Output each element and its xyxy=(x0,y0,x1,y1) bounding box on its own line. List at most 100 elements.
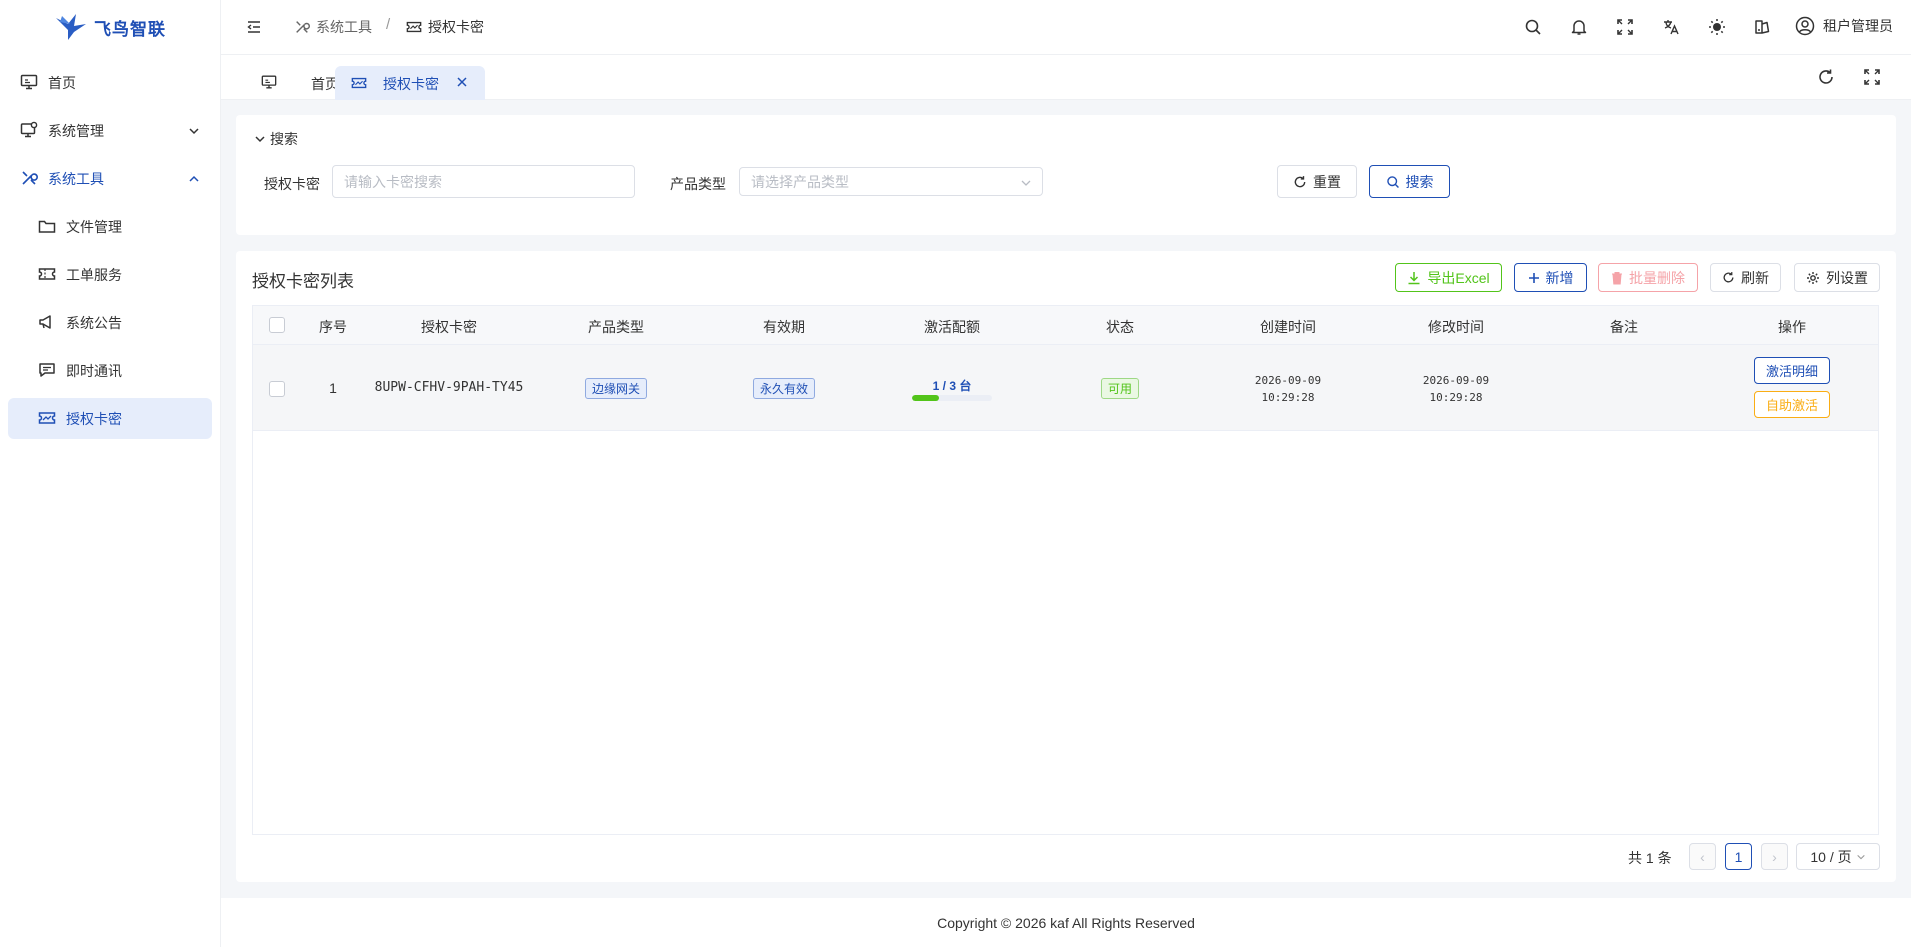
created-date-text: 2026-09-09 xyxy=(1254,374,1322,387)
search-panel: 搜索 授权卡密 产品类型 请选择产品类型 重置 搜索 xyxy=(236,115,1896,235)
export-excel-button[interactable]: 导出Excel xyxy=(1395,263,1502,292)
bell-icon[interactable] xyxy=(1570,18,1588,36)
download-icon xyxy=(1407,271,1421,285)
tools-icon xyxy=(20,169,38,187)
search-panel-toggle[interactable]: 搜索 xyxy=(254,129,298,149)
column-header: 备注 xyxy=(1610,319,1638,335)
refresh-tab-icon[interactable] xyxy=(1817,68,1835,86)
translate-icon[interactable] xyxy=(1662,18,1680,36)
activation-quota-bar xyxy=(912,395,992,401)
card-code-input[interactable] xyxy=(332,165,635,198)
chat-icon xyxy=(38,361,56,379)
bird-logo-icon xyxy=(54,12,88,42)
reset-button-label: 重置 xyxy=(1313,173,1341,190)
tabs-bar: 首页 授权卡密 xyxy=(221,55,1911,100)
breadcrumb-label: 系统工具 xyxy=(316,19,372,35)
column-header: 激活配额 xyxy=(924,319,980,335)
product-type-tag: 边缘网关 xyxy=(584,378,648,399)
sidebar-item-instant-messaging[interactable]: 即时通讯 xyxy=(8,350,212,391)
license-table-panel: 授权卡密列表 导出Excel 新增 批量删除 刷新 列设置 序号 授权卡密 产品… xyxy=(236,251,1896,882)
refresh-icon xyxy=(1293,175,1307,189)
chevron-down-icon xyxy=(1856,852,1866,862)
column-header: 有效期 xyxy=(763,319,805,335)
prev-page-button[interactable]: ‹ xyxy=(1689,843,1716,870)
sidebar-item-label: 文件管理 xyxy=(66,218,122,235)
system-settings-icon xyxy=(20,121,38,139)
top-header: 系统工具 / 授权卡密 租户管理员 xyxy=(221,0,1911,55)
created-time: 2026-09-09 10:29:28 xyxy=(1255,372,1321,406)
select-all-checkbox[interactable] xyxy=(269,317,285,333)
product-type-select[interactable]: 请选择产品类型 xyxy=(739,167,1043,196)
page-size-select[interactable]: 10 / 页 xyxy=(1796,843,1880,870)
reset-button[interactable]: 重置 xyxy=(1277,165,1357,198)
sidebar-item-license-cards[interactable]: 授权卡密 xyxy=(8,398,212,439)
license-card-icon xyxy=(38,409,56,427)
tab-license-cards[interactable]: 授权卡密 xyxy=(335,66,485,100)
search-button[interactable]: 搜索 xyxy=(1369,165,1450,198)
column-header: 创建时间 xyxy=(1260,319,1316,335)
breadcrumb-item-system-tools[interactable]: 系统工具 xyxy=(294,17,372,37)
card-code-label: 授权卡密 xyxy=(264,176,320,192)
pagination-total: 共 1 条 xyxy=(1628,850,1672,866)
sidebar-item-home[interactable]: 首页 xyxy=(8,62,212,103)
sidebar-item-ticket-service[interactable]: 工单服务 xyxy=(8,254,212,295)
table-row: 1 8UPW-CFHV-9PAH-TY45 边缘网关 永久有效 1 / 3 台 … xyxy=(253,345,1878,431)
collapse-menu-icon[interactable] xyxy=(245,18,263,36)
license-card-icon xyxy=(406,19,422,35)
self-activate-button[interactable]: 自助激活 xyxy=(1754,391,1830,418)
sidebar-item-label: 系统公告 xyxy=(66,314,122,331)
column-header: 修改时间 xyxy=(1428,319,1484,335)
close-tab-icon[interactable] xyxy=(455,75,469,92)
add-button[interactable]: 新增 xyxy=(1514,263,1587,292)
theme-icon[interactable] xyxy=(1754,18,1772,36)
column-settings-label: 列设置 xyxy=(1826,269,1868,286)
search-icon[interactable] xyxy=(1524,18,1542,36)
maximize-content-icon[interactable] xyxy=(1863,68,1881,86)
created-clock-text: 10:29:28 xyxy=(1261,391,1315,404)
sidebar-item-announcement[interactable]: 系统公告 xyxy=(8,302,212,343)
row-index: 1 xyxy=(329,380,337,396)
folder-icon xyxy=(38,217,56,235)
sidebar-item-label: 系统工具 xyxy=(48,170,104,187)
breadcrumb-separator: / xyxy=(386,16,391,33)
sidebar-item-system-management[interactable]: 系统管理 xyxy=(8,110,212,151)
breadcrumb-label: 授权卡密 xyxy=(428,19,484,35)
sidebar: 飞鸟智联 首页 系统管理 系统工具 文件管理 工单服务 系统公告 即时通讯 授权… xyxy=(0,0,221,947)
row-checkbox[interactable] xyxy=(269,381,285,397)
refresh-button[interactable]: 刷新 xyxy=(1710,263,1781,292)
megaphone-icon xyxy=(38,313,56,331)
modified-date-text: 2026-09-09 xyxy=(1422,374,1490,387)
monitor-icon xyxy=(20,73,38,91)
sidebar-item-label: 系统管理 xyxy=(48,122,104,139)
app-name: 飞鸟智联 xyxy=(94,19,166,39)
modified-time: 2026-09-09 10:29:28 xyxy=(1423,372,1489,406)
sidebar-item-label: 授权卡密 xyxy=(66,410,122,427)
ticket-icon xyxy=(38,265,56,283)
refresh-icon xyxy=(1722,271,1735,284)
breadcrumb-item-license-cards: 授权卡密 xyxy=(406,17,484,37)
chevron-down-icon xyxy=(188,124,200,136)
export-excel-label: 导出Excel xyxy=(1427,269,1490,286)
user-menu[interactable]: 租户管理员 xyxy=(1795,16,1893,36)
validity-tag: 永久有效 xyxy=(752,378,816,399)
logo[interactable]: 飞鸟智联 xyxy=(0,0,220,54)
activation-quota-text: 1 / 3 台 xyxy=(932,379,972,393)
sidebar-item-file-management[interactable]: 文件管理 xyxy=(8,206,212,247)
copyright-text: Copyright © 2026 kaf All Rights Reserved xyxy=(937,914,1195,931)
page-1-button[interactable]: 1 xyxy=(1725,843,1752,870)
next-page-button[interactable]: › xyxy=(1761,843,1788,870)
gear-icon xyxy=(1806,271,1820,285)
add-button-label: 新增 xyxy=(1545,269,1574,286)
status-badge: 可用 xyxy=(1100,378,1140,399)
card-code: 8UPW-CFHV-9PAH-TY45 xyxy=(374,380,524,395)
chevron-up-icon xyxy=(188,172,200,184)
sidebar-item-system-tools[interactable]: 系统工具 xyxy=(8,158,212,199)
fullscreen-icon[interactable] xyxy=(1616,18,1634,36)
refresh-button-label: 刷新 xyxy=(1741,269,1769,286)
batch-delete-button[interactable]: 批量删除 xyxy=(1598,263,1698,292)
column-settings-button[interactable]: 列设置 xyxy=(1794,263,1880,292)
column-header: 序号 xyxy=(319,319,347,335)
tab-label: 授权卡密 xyxy=(383,76,439,92)
activation-detail-button[interactable]: 激活明细 xyxy=(1754,357,1830,384)
sun-icon[interactable] xyxy=(1708,18,1726,36)
